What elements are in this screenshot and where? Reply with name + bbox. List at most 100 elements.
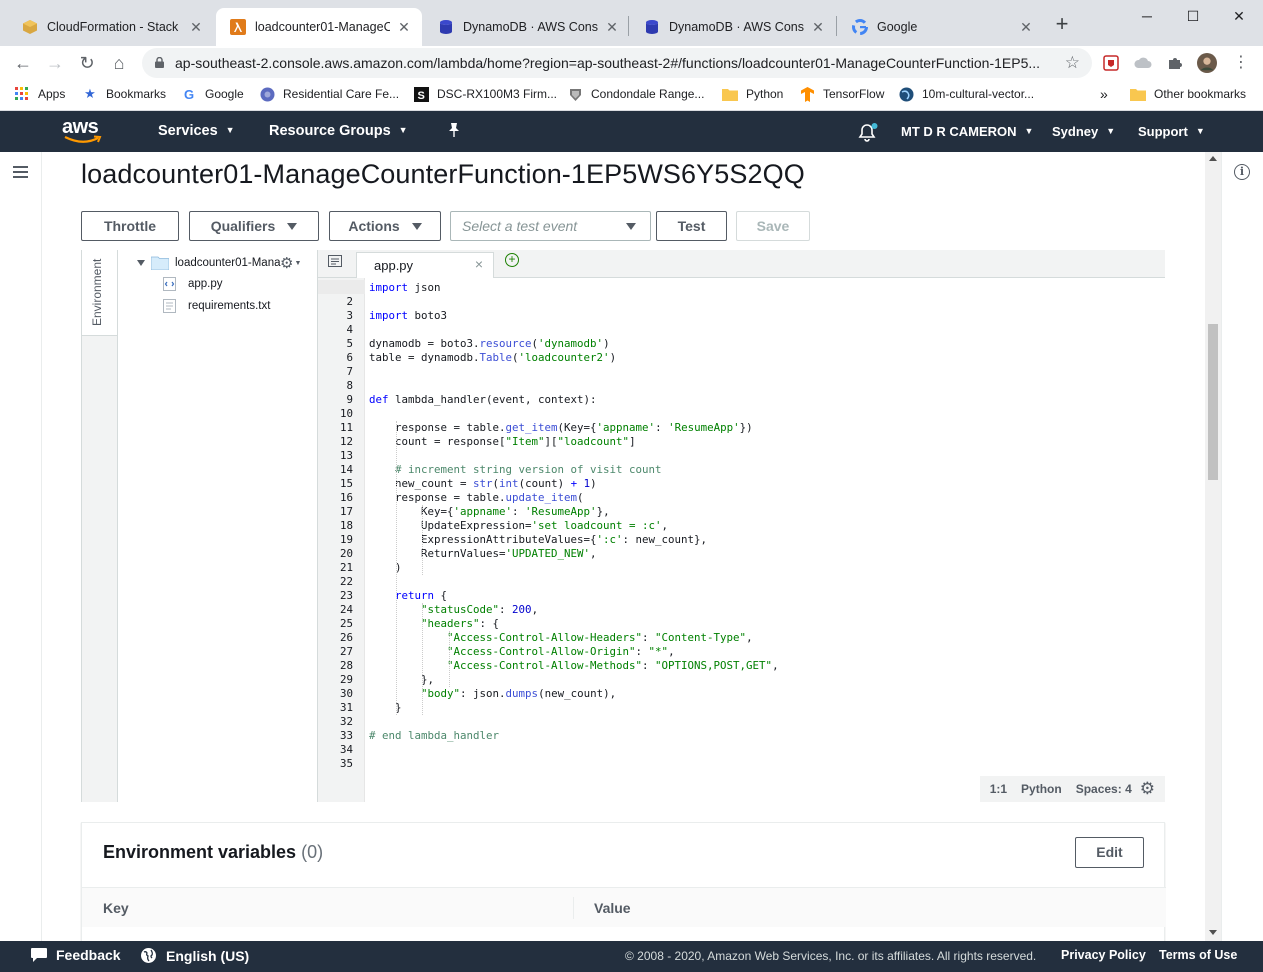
hamburger-menu-icon[interactable] <box>13 166 28 178</box>
bookmark-residential[interactable]: Residential Care Fe... <box>259 86 399 102</box>
tree-settings-gear-icon[interactable]: ⚙▼ <box>280 254 301 272</box>
address-bar[interactable]: ap-southeast-2.console.aws.amazon.com/la… <box>142 48 1092 78</box>
other-bookmarks[interactable]: Other bookmarks <box>1130 86 1246 102</box>
new-tab-icon[interactable]: + <box>1050 13 1074 37</box>
bookmark-tensorflow[interactable]: TensorFlow <box>799 86 884 102</box>
bookmark-google[interactable]: G Google <box>181 86 244 102</box>
browser-tab-dynamodb-2[interactable]: DynamoDB · AWS Console ✕ <box>630 8 836 46</box>
lambda-icon <box>230 19 246 35</box>
scrollbar-thumb[interactable] <box>1208 324 1218 480</box>
terms-of-use-link[interactable]: Terms of Use <box>1159 948 1237 962</box>
browser-tabstrip: CloudFormation - Stack loa ✕ loadcounter… <box>0 0 1263 46</box>
cursor-position: 1:1 <box>989 782 1008 796</box>
region-menu[interactable]: Sydney ▼ <box>1052 124 1115 139</box>
new-file-plus-icon[interactable]: + <box>505 253 519 267</box>
close-tab-icon[interactable]: ✕ <box>396 19 412 35</box>
test-label: Test <box>677 218 706 234</box>
reload-icon[interactable]: ↻ <box>74 50 100 76</box>
line-number: 11 <box>339 421 353 434</box>
editor-settings-gear-icon[interactable]: ⚙ <box>1140 779 1155 799</box>
bookmark-condondale[interactable]: Condondale Range... <box>567 86 704 102</box>
language-selector[interactable]: English (US) <box>140 947 249 964</box>
close-tab-icon[interactable]: ✕ <box>188 19 204 35</box>
test-button[interactable]: Test <box>656 211 727 241</box>
chevron-down-icon: ▼ <box>1024 126 1034 136</box>
environment-tab[interactable]: Environment <box>82 250 118 336</box>
code-line: dynamodb = boto3.resource('dynamodb') <box>369 337 610 350</box>
tree-folder[interactable]: loadcounter01-Mana <box>137 256 281 270</box>
close-tab-icon[interactable]: ✕ <box>810 19 826 35</box>
aws-logo[interactable]: aws <box>61 116 103 146</box>
extension-cloud-icon[interactable] <box>1133 53 1153 73</box>
scroll-down-icon[interactable] <box>1209 930 1217 935</box>
bookmarks-overflow[interactable]: » <box>1100 86 1108 102</box>
bookmark-star-icon[interactable]: ☆ <box>1065 53 1080 73</box>
browser-tab-cloudformation[interactable]: CloudFormation - Stack loa ✕ <box>8 8 214 46</box>
copyright-text: © 2008 - 2020, Amazon Web Services, Inc.… <box>625 949 1037 963</box>
browser-tab-dynamodb-1[interactable]: DynamoDB · AWS Console ✕ <box>424 8 630 46</box>
language-mode[interactable]: Python <box>1021 782 1062 796</box>
bookmark-label: TensorFlow <box>823 87 885 101</box>
feedback-link[interactable]: Feedback <box>30 947 121 963</box>
browser-menu-icon[interactable]: ⋮ <box>1228 50 1254 76</box>
maximize-icon[interactable]: ☐ <box>1170 4 1216 28</box>
close-tab-icon[interactable]: ✕ <box>604 19 620 35</box>
bookmark-python[interactable]: Python <box>722 86 783 102</box>
code-line: # increment string version of visit coun… <box>369 463 662 476</box>
env-vars-count: (0) <box>301 842 324 862</box>
tree-file-requirements[interactable]: requirements.txt <box>163 299 270 313</box>
editor-tab-label: app.py <box>374 258 414 273</box>
save-button[interactable]: Save <box>736 211 810 241</box>
forward-icon[interactable]: → <box>42 50 68 76</box>
info-icon[interactable]: i <box>1234 164 1250 180</box>
extensions-puzzle-icon[interactable] <box>1165 53 1185 73</box>
expand-caret-icon[interactable] <box>137 260 145 266</box>
qualifiers-button[interactable]: Qualifiers <box>189 211 319 241</box>
aws-smile-icon <box>64 135 102 143</box>
indent-guide <box>396 421 397 715</box>
scroll-up-icon[interactable] <box>1209 156 1217 161</box>
bookmark-bookmarks[interactable]: ★ Bookmarks <box>82 86 166 102</box>
line-number: 23 <box>339 589 353 602</box>
tab-title: loadcounter01-ManageCo <box>255 20 390 34</box>
home-icon[interactable]: ⌂ <box>106 50 132 76</box>
env-vars-edit-button[interactable]: Edit <box>1075 837 1144 868</box>
privacy-policy-link[interactable]: Privacy Policy <box>1061 948 1146 962</box>
bookmark-dsc[interactable]: S DSC-RX100M3 Firm... <box>413 86 557 102</box>
close-window-icon[interactable]: ✕ <box>1216 4 1262 28</box>
line-number: 33 <box>339 729 353 742</box>
test-event-select[interactable]: Select a test event <box>450 211 651 241</box>
tab-list-icon[interactable] <box>328 255 342 267</box>
notifications-bell-icon[interactable] <box>858 122 878 146</box>
browser-toolbar: ← → ↻ ⌂ ap-southeast-2.console.aws.amazo… <box>0 46 1263 80</box>
bookmark-10m[interactable]: 10m-cultural-vector... <box>898 86 1034 102</box>
services-menu[interactable]: Services ▼ <box>158 123 235 139</box>
pin-icon[interactable] <box>447 122 461 142</box>
extension-shield-icon[interactable] <box>1101 53 1121 73</box>
resource-groups-menu[interactable]: Resource Groups ▼ <box>269 123 408 139</box>
tree-file-app-py[interactable]: app.py <box>163 277 223 291</box>
resource-groups-label: Resource Groups <box>269 123 391 139</box>
close-tab-icon[interactable]: ✕ <box>1018 19 1034 35</box>
support-menu[interactable]: Support ▼ <box>1138 124 1205 139</box>
code-line: ExpressionAttributeValues={':c': new_cou… <box>369 533 708 546</box>
editor-tab-app-py[interactable]: app.py × <box>356 252 494 279</box>
line-number: 28 <box>339 659 353 672</box>
indent-guide <box>449 631 450 687</box>
code-area[interactable]: import json import boto3 dynamodb = boto3.… <box>365 278 1165 802</box>
indent-setting[interactable]: Spaces: 4 <box>1076 782 1132 796</box>
throttle-button[interactable]: Throttle <box>81 211 179 241</box>
account-menu[interactable]: MT D R CAMERON ▼ <box>901 124 1033 139</box>
browser-tab-lambda[interactable]: loadcounter01-ManageCo ✕ <box>216 8 422 46</box>
feedback-bubble-icon <box>31 948 47 962</box>
page-scrollbar[interactable] <box>1205 152 1221 941</box>
minimize-icon[interactable]: ─ <box>1124 4 1170 28</box>
feedback-label: Feedback <box>56 947 121 963</box>
apps-icon <box>14 86 30 102</box>
close-tab-icon[interactable]: × <box>475 256 483 272</box>
bookmark-apps[interactable]: Apps <box>14 86 65 102</box>
back-icon[interactable]: ← <box>10 50 36 76</box>
actions-button[interactable]: Actions <box>329 211 441 241</box>
profile-avatar[interactable] <box>1197 53 1217 73</box>
browser-tab-google[interactable]: Google ✕ <box>838 8 1044 46</box>
